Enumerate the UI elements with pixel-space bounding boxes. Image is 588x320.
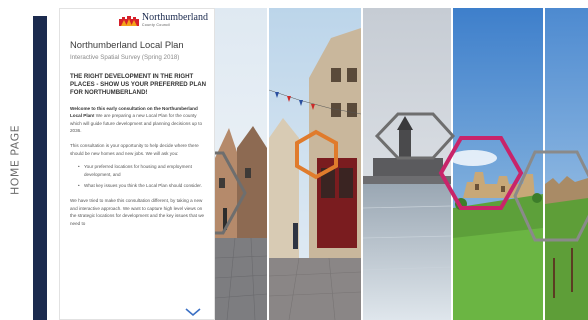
question-list: Your preferred locations for housing and…: [70, 163, 206, 190]
navy-accent-bar: [33, 16, 47, 320]
photo-collage: [215, 8, 588, 320]
home-page-tab-label: HOME PAGE: [8, 124, 22, 196]
chevron-down-icon[interactable]: [184, 307, 202, 317]
list-item: What key issues you think the Local Plan…: [78, 182, 206, 190]
logo-subtitle: County Council: [141, 23, 171, 27]
photo-coastal-church: [363, 8, 451, 320]
list-item: Your preferred locations for housing and…: [78, 163, 206, 178]
intro-paragraph: This consultation is your opportunity to…: [70, 142, 199, 156]
closing-paragraph: We have tried to make this consultation …: [70, 197, 205, 226]
welcome-paragraph: Welcome to this early consultation on th…: [70, 105, 206, 135]
photo-shop-street: [269, 8, 361, 320]
page-subtitle: Interactive Spatial Survey (Spring 2018): [70, 54, 180, 61]
home-page-tab[interactable]: HOME PAGE: [0, 0, 30, 320]
council-logo: Northumberland County Council: [118, 12, 208, 28]
photo-castle: [453, 8, 543, 320]
intro-panel: Northumberland County Council Northumber…: [59, 8, 215, 320]
logo-name: Northumberland: [141, 12, 208, 23]
photo-town-street: [215, 8, 267, 320]
headline: THE RIGHT DEVELOPMENT IN THE RIGHT PLACE…: [70, 73, 206, 97]
page-title: Northumberland Local Plan: [70, 39, 184, 50]
castle-crest-icon: [118, 16, 139, 27]
photo-rural-field: [545, 8, 588, 320]
